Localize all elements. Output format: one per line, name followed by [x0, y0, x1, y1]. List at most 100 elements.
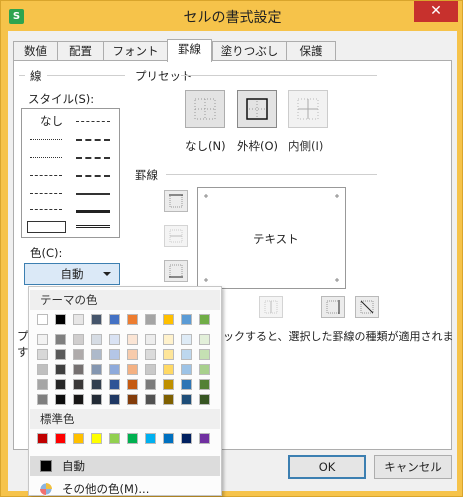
- standard-color-swatch[interactable]: [145, 433, 156, 444]
- theme-shade-swatch[interactable]: [127, 349, 138, 360]
- theme-shade-swatch[interactable]: [109, 349, 120, 360]
- standard-color-swatch[interactable]: [91, 433, 102, 444]
- theme-shade-swatch[interactable]: [145, 349, 156, 360]
- theme-shade-swatch[interactable]: [109, 364, 120, 375]
- theme-color-swatch[interactable]: [55, 314, 66, 325]
- theme-shade-swatch[interactable]: [127, 379, 138, 390]
- theme-shade-swatch[interactable]: [127, 334, 138, 345]
- theme-shade-swatch[interactable]: [199, 349, 210, 360]
- theme-shade-swatch[interactable]: [109, 379, 120, 390]
- ok-button[interactable]: OK: [288, 455, 366, 479]
- preset-outline-button[interactable]: [237, 90, 277, 128]
- theme-shade-swatch[interactable]: [199, 394, 210, 405]
- theme-color-swatch[interactable]: [163, 314, 174, 325]
- theme-color-swatch[interactable]: [199, 314, 210, 325]
- theme-color-swatch[interactable]: [127, 314, 138, 325]
- title-bar[interactable]: S セルの書式設定 ✕: [1, 1, 463, 31]
- line-color-dropdown[interactable]: 自動: [24, 263, 120, 285]
- theme-shade-swatch[interactable]: [55, 394, 66, 405]
- tab-fill[interactable]: 塗りつぶし: [212, 41, 287, 61]
- standard-color-swatch[interactable]: [199, 433, 210, 444]
- theme-shade-swatch[interactable]: [145, 394, 156, 405]
- theme-shade-swatch[interactable]: [91, 364, 102, 375]
- standard-color-swatch[interactable]: [37, 433, 48, 444]
- line-style-none[interactable]: なし: [40, 113, 63, 129]
- auto-color-item[interactable]: 自動: [30, 456, 220, 476]
- theme-color-swatch[interactable]: [181, 314, 192, 325]
- theme-shade-swatch[interactable]: [73, 334, 84, 345]
- theme-shade-swatch[interactable]: [181, 349, 192, 360]
- theme-shade-swatch[interactable]: [73, 379, 84, 390]
- theme-shade-swatch[interactable]: [55, 379, 66, 390]
- theme-shade-swatch[interactable]: [73, 349, 84, 360]
- theme-shade-swatch[interactable]: [37, 379, 48, 390]
- theme-color-swatch[interactable]: [109, 314, 120, 325]
- theme-shade-swatch[interactable]: [55, 349, 66, 360]
- tab-number[interactable]: 数値: [13, 41, 58, 61]
- border-preview[interactable]: テキスト: [197, 187, 346, 289]
- theme-shade-swatch[interactable]: [37, 349, 48, 360]
- theme-shade-swatch[interactable]: [55, 334, 66, 345]
- theme-shade-swatch[interactable]: [127, 394, 138, 405]
- theme-shade-swatch[interactable]: [181, 394, 192, 405]
- close-button[interactable]: ✕: [414, 1, 458, 22]
- theme-shade-swatch[interactable]: [145, 379, 156, 390]
- theme-color-swatch[interactable]: [91, 314, 102, 325]
- line-style-medium[interactable]: [76, 193, 110, 195]
- theme-shade-swatch[interactable]: [91, 334, 102, 345]
- border-right-button[interactable]: [321, 296, 345, 318]
- theme-color-swatch[interactable]: [73, 314, 84, 325]
- standard-color-swatch[interactable]: [55, 433, 66, 444]
- theme-shade-swatch[interactable]: [163, 349, 174, 360]
- standard-color-swatch[interactable]: [163, 433, 174, 444]
- theme-shade-swatch[interactable]: [91, 349, 102, 360]
- line-style-hair[interactable]: [30, 139, 62, 140]
- border-inside-horizontal-button[interactable]: [164, 225, 188, 247]
- theme-shade-swatch[interactable]: [109, 334, 120, 345]
- theme-shade-swatch[interactable]: [145, 334, 156, 345]
- theme-shade-swatch[interactable]: [145, 364, 156, 375]
- theme-shade-swatch[interactable]: [163, 364, 174, 375]
- theme-shade-swatch[interactable]: [181, 379, 192, 390]
- line-style-dashed[interactable]: [30, 209, 62, 210]
- line-style-medium-dash-dot[interactable]: [76, 157, 110, 159]
- theme-color-swatch[interactable]: [145, 314, 156, 325]
- theme-shade-swatch[interactable]: [73, 394, 84, 405]
- line-style-thick[interactable]: [76, 210, 110, 213]
- theme-shade-swatch[interactable]: [109, 394, 120, 405]
- theme-shade-swatch[interactable]: [181, 364, 192, 375]
- theme-shade-swatch[interactable]: [91, 379, 102, 390]
- border-diagonal-down-button[interactable]: [355, 296, 379, 318]
- standard-color-swatch[interactable]: [73, 433, 84, 444]
- line-style-dash-dot-dot[interactable]: [30, 175, 62, 176]
- theme-shade-swatch[interactable]: [199, 364, 210, 375]
- theme-shade-swatch[interactable]: [55, 364, 66, 375]
- line-style-dash-dot[interactable]: [30, 193, 62, 194]
- theme-shade-swatch[interactable]: [163, 394, 174, 405]
- border-bottom-button[interactable]: [164, 260, 188, 282]
- preset-inside-button[interactable]: [288, 90, 328, 128]
- more-colors-item[interactable]: その他の色(M)...: [30, 479, 220, 497]
- theme-shade-swatch[interactable]: [163, 334, 174, 345]
- line-style-list[interactable]: なし: [21, 108, 120, 238]
- preset-none-button[interactable]: [185, 90, 225, 128]
- theme-shade-swatch[interactable]: [37, 364, 48, 375]
- theme-shade-swatch[interactable]: [199, 334, 210, 345]
- tab-font[interactable]: フォント: [103, 41, 168, 61]
- theme-color-swatch[interactable]: [37, 314, 48, 325]
- line-style-dotted[interactable]: [30, 157, 62, 158]
- tab-border[interactable]: 罫線: [167, 39, 212, 62]
- theme-shade-swatch[interactable]: [91, 394, 102, 405]
- theme-shade-swatch[interactable]: [37, 334, 48, 345]
- standard-color-swatch[interactable]: [109, 433, 120, 444]
- line-style-double[interactable]: [76, 225, 110, 228]
- line-style-thin-selected[interactable]: [27, 221, 66, 233]
- line-style-medium-dash-dot-dot[interactable]: [76, 121, 110, 122]
- cancel-button[interactable]: キャンセル: [374, 455, 452, 479]
- theme-shade-swatch[interactable]: [127, 364, 138, 375]
- tab-protection[interactable]: 保護: [286, 41, 336, 61]
- theme-shade-swatch[interactable]: [199, 379, 210, 390]
- border-inside-vertical-button[interactable]: [259, 296, 283, 318]
- line-style-slanted[interactable]: [76, 139, 110, 141]
- standard-color-swatch[interactable]: [181, 433, 192, 444]
